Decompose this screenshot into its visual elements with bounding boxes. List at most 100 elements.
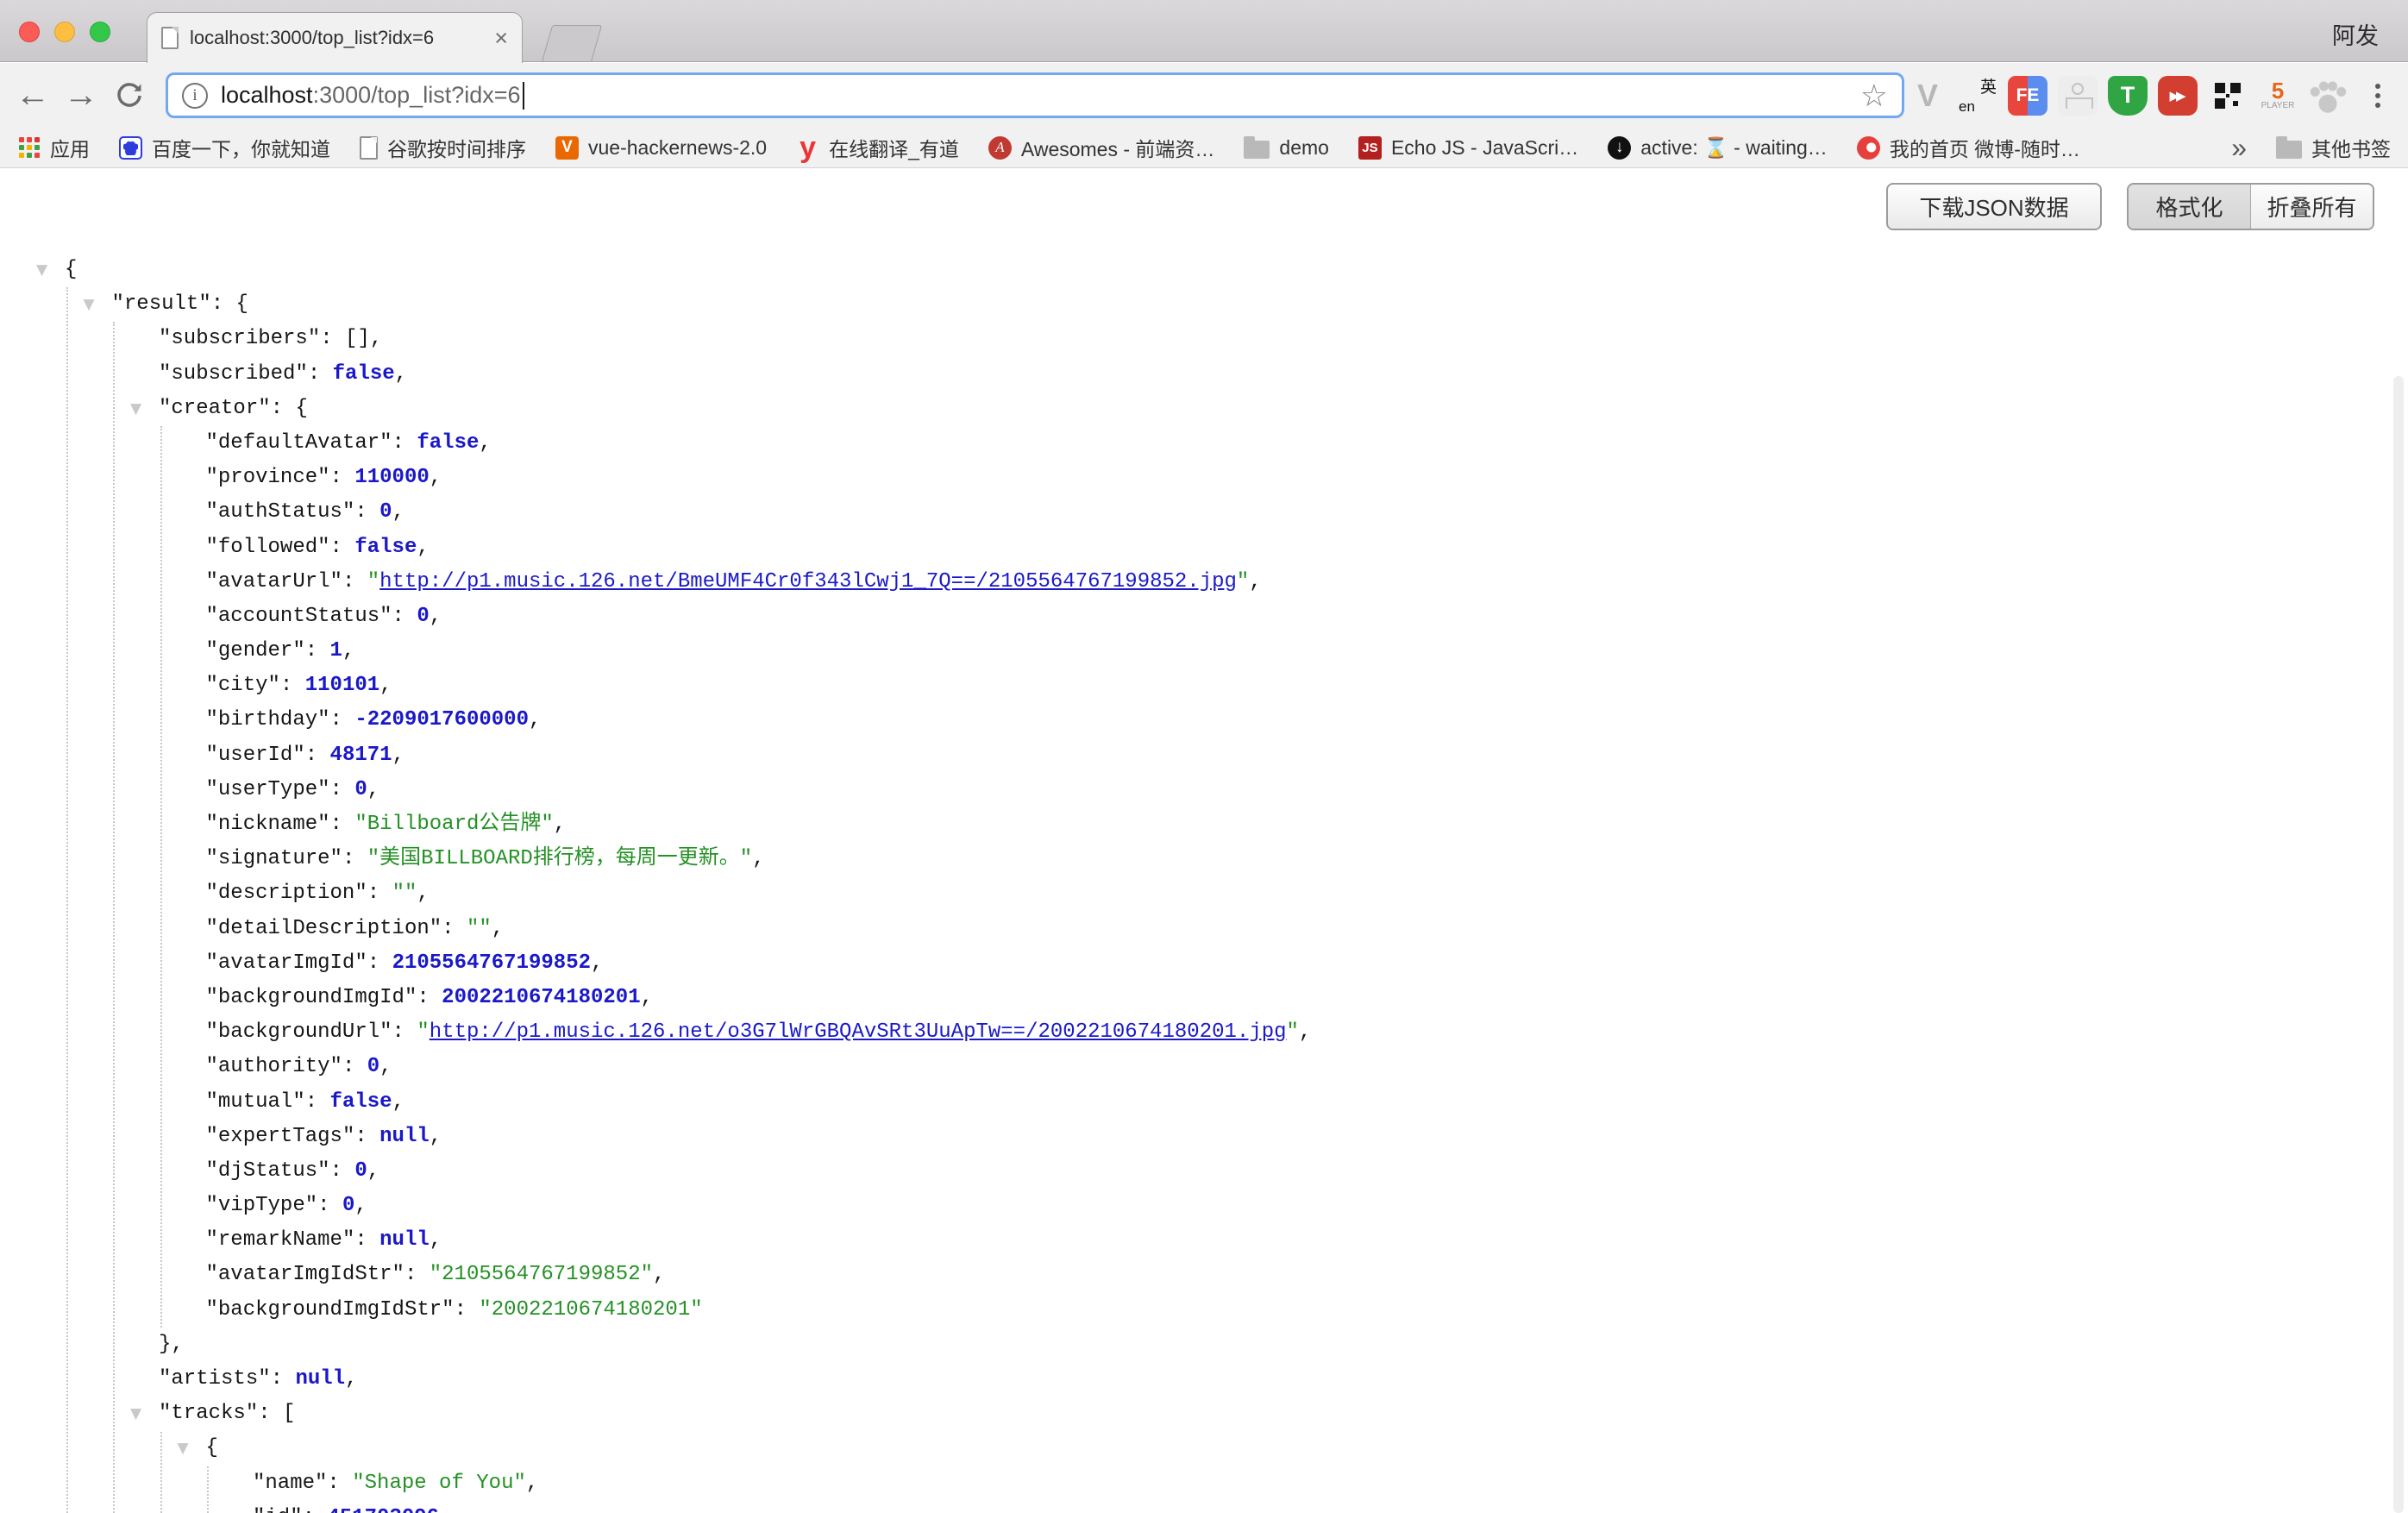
collapse-all-button[interactable]: 折叠所有	[2250, 185, 2373, 229]
browser-toolbar: ← → i localhost :3000/top_list?idx=6 ☆	[0, 63, 2408, 128]
bookmark-item[interactable]: active: ⌛ - waiting…	[1608, 136, 1828, 160]
json-line: signature: "美国BILLBOARD排行榜，每周一更新。",	[0, 842, 2382, 876]
minimize-window-button[interactable]	[54, 22, 75, 42]
bookmark-item[interactable]: 百度一下，你就知道	[119, 133, 330, 162]
json-link[interactable]: http://p1.music.126.net/o3G7lWrGBQAvSRt3…	[430, 1020, 1287, 1044]
json-token: "Billboard公告牌"	[354, 813, 553, 836]
json-tree: ▼{ ▼result: {subscribers: [],subscribed: …	[0, 253, 2382, 1513]
json-token: -2209017600000	[354, 708, 529, 731]
json-token: ,	[379, 674, 392, 697]
json-token: ,	[591, 951, 603, 975]
bookmark-item[interactable]: 应用	[17, 133, 90, 162]
vue-devtools-icon[interactable]	[1908, 76, 1947, 116]
bookmark-item[interactable]: 在线翻译_有道	[796, 133, 959, 162]
collapse-triangle-icon[interactable]: ▼	[130, 392, 141, 426]
json-line: ▼result: {	[0, 287, 2382, 322]
other-bookmarks-folder[interactable]: 其他书签	[2276, 133, 2391, 162]
collapse-triangle-icon[interactable]: ▼	[130, 1397, 141, 1431]
site-info-icon[interactable]: i	[182, 83, 208, 109]
bookmark-item[interactable]: 我的首页 微博-随时…	[1857, 133, 2080, 162]
bookmark-item[interactable]: Awesomes - 前端资…	[988, 133, 1215, 162]
json-line: gender: 1,	[0, 634, 2382, 669]
bookmark-label: 我的首页 微博-随时…	[1890, 133, 2080, 162]
json-token: city	[206, 674, 280, 697]
sitemap-icon[interactable]	[2058, 76, 2098, 116]
browser-window: localhost:3000/top_list?idx=6 × 阿发 ← → i…	[0, 0, 2408, 1513]
json-token: 0	[417, 605, 429, 628]
video-play-icon[interactable]	[2158, 76, 2198, 116]
json-token: :	[317, 1194, 342, 1217]
json-token: avatarImgId	[206, 951, 367, 975]
page-icon	[360, 136, 378, 160]
format-button[interactable]: 格式化	[2129, 185, 2250, 229]
zoom-window-button[interactable]	[90, 22, 110, 42]
json-token: ,	[430, 1228, 442, 1252]
json-token: userType	[206, 778, 330, 801]
json-token: avatarUrl	[206, 570, 342, 593]
html5-player-icon[interactable]	[2258, 76, 2298, 116]
bookmark-item[interactable]: demo	[1244, 136, 1329, 160]
new-tab-button[interactable]	[542, 25, 602, 62]
forward-button[interactable]: →	[62, 63, 100, 128]
json-token: 0	[354, 778, 367, 801]
translate-icon[interactable]	[1958, 76, 1997, 116]
view-mode-group: 格式化 折叠所有	[2127, 183, 2374, 230]
json-line: backgroundUrl: "http://p1.music.126.net/…	[0, 1015, 2382, 1050]
json-line: name: "Shape of You",	[0, 1466, 2382, 1501]
json-token: 2002210674180201	[442, 986, 640, 1009]
json-link[interactable]: http://p1.music.126.net/BmeUMF4Cr0f343lC…	[379, 570, 1237, 593]
json-line: },	[0, 1328, 2382, 1362]
tab-title: localhost:3000/top_list?idx=6	[190, 27, 434, 49]
json-token: ,	[492, 917, 504, 940]
json-token: "	[367, 570, 379, 593]
fe-icon[interactable]	[2008, 76, 2047, 116]
collapse-triangle-icon[interactable]: ▼	[84, 287, 95, 322]
json-token: gender	[206, 639, 305, 662]
json-token: },	[159, 1333, 184, 1356]
json-line: avatarImgId: 2105564767199852,	[0, 946, 2382, 981]
json-token: :	[354, 1228, 379, 1252]
tab-close-icon[interactable]: ×	[494, 27, 508, 50]
json-token: "Shape of You"	[352, 1472, 526, 1495]
shield-t-icon[interactable]	[2108, 76, 2148, 116]
url-host: localhost	[221, 82, 313, 109]
collapse-triangle-icon[interactable]: ▼	[178, 1431, 189, 1466]
json-line: subscribers: [],	[0, 322, 2382, 356]
json-token: djStatus	[206, 1159, 330, 1183]
json-token: "	[1237, 570, 1249, 593]
browser-tab[interactable]: localhost:3000/top_list?idx=6 ×	[147, 12, 523, 63]
collapse-triangle-icon[interactable]: ▼	[36, 253, 47, 287]
url-bar[interactable]: i localhost :3000/top_list?idx=6 ☆	[166, 72, 1904, 118]
json-viewer-page: 下载JSON数据 格式化 折叠所有 ▼{ ▼result: {subscriber…	[0, 169, 2408, 1513]
json-line: followed: false,	[0, 530, 2382, 565]
json-token: :	[342, 847, 367, 870]
json-line: backgroundImgIdStr: "2002210674180201"	[0, 1293, 2382, 1328]
json-token: :	[303, 1506, 328, 1513]
bookmark-item[interactable]: vue-hackernews-2.0	[555, 136, 767, 160]
qr-code-icon[interactable]	[2208, 76, 2248, 116]
bookmark-label: 在线翻译_有道	[829, 133, 959, 162]
vertical-scrollbar[interactable]	[2393, 376, 2404, 1513]
bookmarks-overflow-chevron[interactable]: »	[2231, 132, 2247, 164]
back-button[interactable]: ←	[14, 63, 52, 128]
json-line: accountStatus: 0,	[0, 600, 2382, 634]
json-token: :	[330, 778, 355, 801]
bookmark-item[interactable]: Echo JS - JavaScri…	[1358, 136, 1578, 160]
profile-name[interactable]: 阿发	[2332, 17, 2379, 51]
json-token: ,	[529, 708, 541, 731]
browser-menu-icon[interactable]	[2358, 76, 2398, 116]
json-line: ▼tracks: [	[0, 1397, 2382, 1431]
bookmark-item[interactable]: 谷歌按时间排序	[360, 133, 526, 162]
json-line: ▼{	[0, 1431, 2382, 1466]
json-line: expertTags: null,	[0, 1120, 2382, 1154]
folder-icon	[1244, 141, 1270, 159]
bookmark-star-icon[interactable]: ☆	[1860, 80, 1888, 111]
reload-button[interactable]	[110, 63, 148, 128]
json-line: subscribed: false,	[0, 357, 2382, 392]
close-window-button[interactable]	[19, 22, 40, 42]
paw-icon[interactable]	[2308, 76, 2348, 116]
json-token: :	[417, 986, 442, 1009]
download-json-button[interactable]: 下载JSON数据	[1886, 183, 2102, 230]
json-token: ,	[653, 1263, 665, 1286]
json-token: accountStatus	[206, 605, 392, 628]
